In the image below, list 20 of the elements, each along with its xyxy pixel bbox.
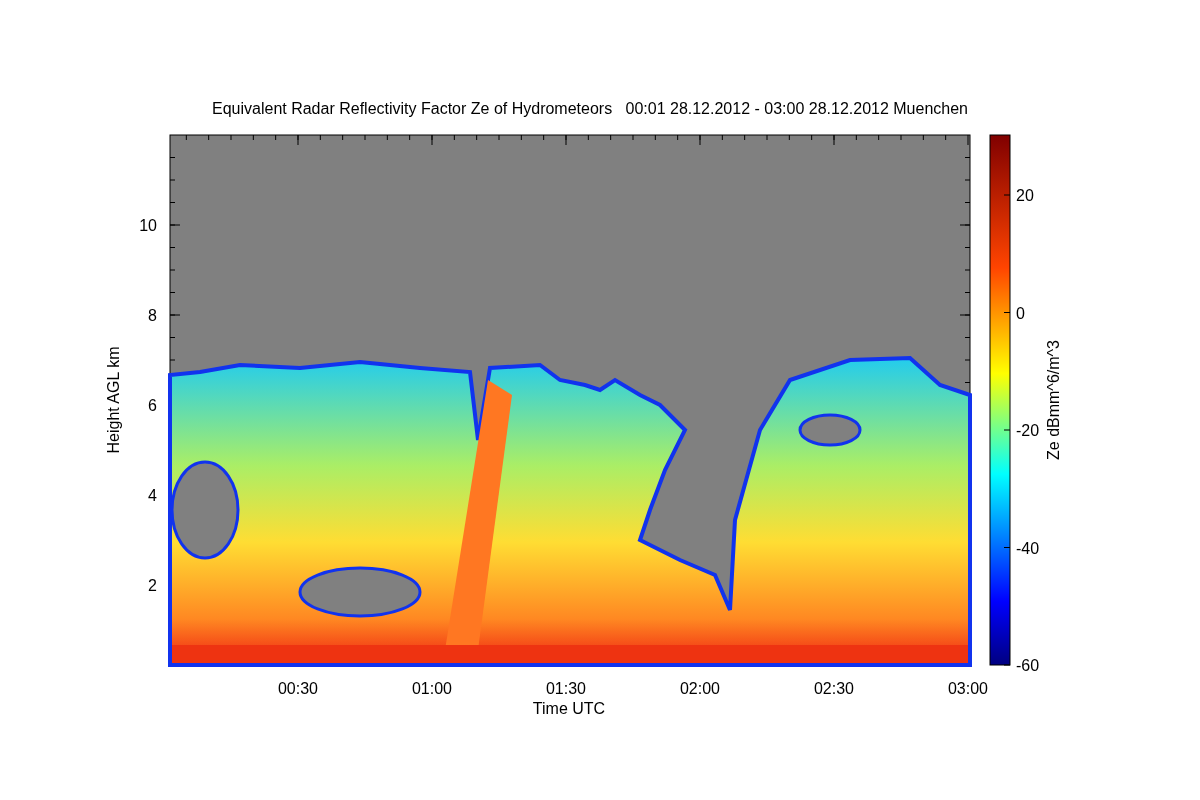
colorbar-tick-label: 0: [1016, 304, 1025, 322]
x-tick-label: 02:00: [680, 680, 720, 697]
chart-title: Equivalent Radar Reflectivity Factor Ze of Hydrometeors 00:01 28.12.2012 - 03:00 28.12.2012 Muenchen: [212, 100, 968, 117]
y-tick-label: 10: [139, 217, 157, 234]
y-tick-label: 4: [148, 487, 157, 504]
y-tick-label: 8: [148, 307, 157, 324]
x-tick-label: 01:30: [546, 680, 586, 697]
colorbar-tick-label: -20: [1016, 422, 1040, 439]
y-tick-label: 2: [148, 577, 157, 594]
y-tick-label: 6: [148, 397, 157, 414]
y-axis-label: Height AGL km: [105, 346, 122, 454]
x-tick-label: 01:00: [412, 680, 452, 697]
x-tick-label: 03:00: [948, 680, 988, 697]
colorbar-label: Ze dBmm^6/m^3: [1045, 340, 1062, 460]
colorbar-tick-label: -40: [1016, 539, 1040, 557]
x-tick-label: 02:30: [814, 680, 854, 697]
x-tick-label: 00:30: [278, 680, 318, 697]
colorbar-tick-label: -60: [1016, 657, 1040, 674]
x-axis-label: Time UTC: [532, 700, 606, 717]
colorbar-tick-label: 20: [1016, 187, 1034, 204]
